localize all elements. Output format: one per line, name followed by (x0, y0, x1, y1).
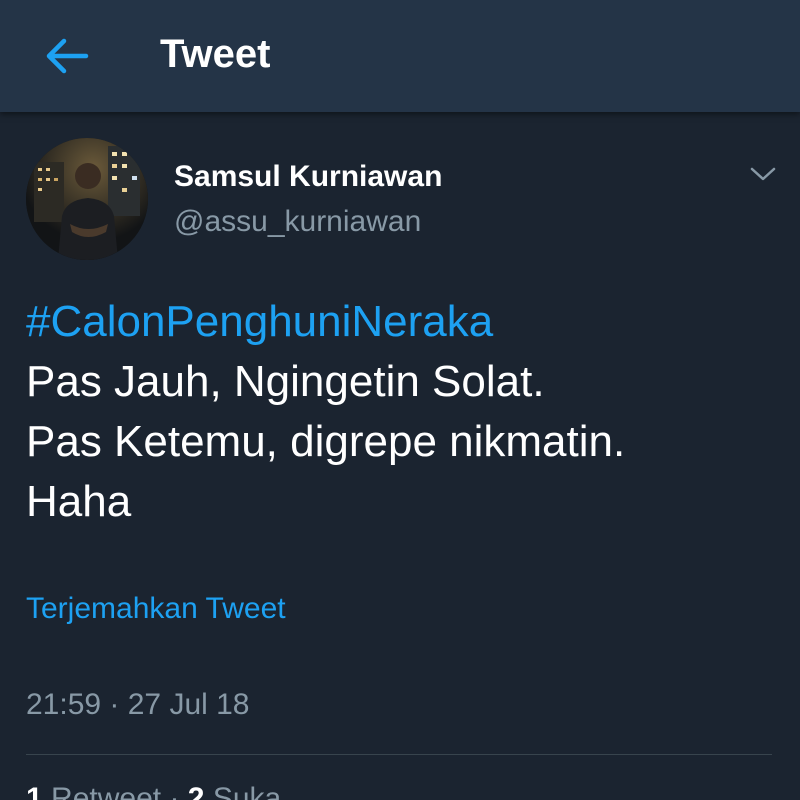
hashtag-link[interactable]: #CalonPenghuniNeraka (26, 292, 786, 352)
avatar[interactable] (26, 138, 148, 260)
tweet-timestamp: 21:59 · 27 Jul 18 (26, 688, 250, 721)
divider (26, 754, 772, 755)
profile-photo (26, 138, 148, 260)
engagement-stats: 1 Retweet · 2 Suka (26, 782, 281, 800)
stats-separator: · (169, 782, 180, 800)
page-title: Tweet (160, 32, 271, 76)
translate-tweet-link[interactable]: Terjemahkan Tweet (26, 592, 286, 626)
author-handle[interactable]: @assu_kurniawan (174, 205, 421, 239)
retweets-label: Retweet (51, 782, 162, 800)
tweet-line: Pas Jauh, Ngingetin Solat. (26, 357, 545, 406)
likes-count: 2 (187, 782, 205, 800)
tweet-detail-screen: Tweet Samsul Kurniawan @assu_kurniawan #… (0, 0, 800, 800)
back-button[interactable] (36, 28, 96, 84)
tweet-menu-button[interactable] (742, 156, 784, 192)
likes-stat[interactable]: 2 Suka (188, 782, 281, 800)
back-arrow-icon (46, 38, 89, 74)
tweet-line: Pas Ketemu, digrepe nikmatin. (26, 417, 626, 466)
tweet-line: Haha (26, 477, 132, 526)
retweets-count: 1 (26, 782, 43, 800)
tweet-text: #CalonPenghuniNeraka Pas Jauh, Ngingetin… (26, 292, 786, 532)
top-app-bar: Tweet (0, 0, 800, 112)
author-name[interactable]: Samsul Kurniawan (174, 160, 442, 194)
chevron-down-icon (750, 167, 776, 181)
likes-label: Suka (212, 782, 282, 800)
retweets-stat[interactable]: 1 Retweet (26, 782, 161, 800)
